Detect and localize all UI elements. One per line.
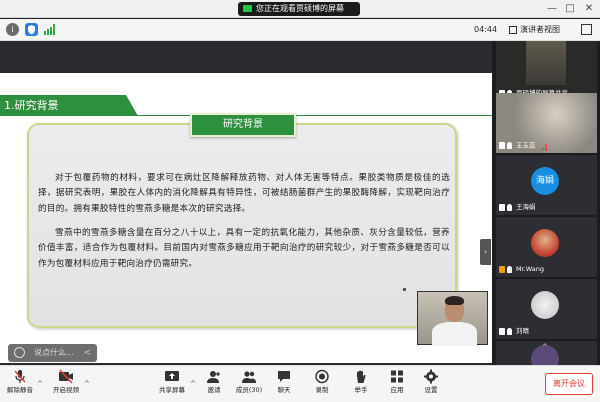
chevron-up-icon[interactable]: ^ xyxy=(190,380,196,388)
slide-paragraph-1: 对于包覆药物的材料，要求可在病灶区降解释放药物、对人体无害等特点。果胶类物质是极… xyxy=(38,173,450,214)
collapse-panel-button[interactable]: › xyxy=(480,239,491,265)
share-screen-label: 共享屏幕 xyxy=(159,386,185,394)
chevron-up-icon[interactable]: ^ xyxy=(84,380,90,388)
bottom-toolbar: 解除静音 ^ 开启视频 ^ 共享屏幕 ^ 邀请 成员(30) 聊天 录制 举手 … xyxy=(0,365,600,402)
close-button[interactable]: ✕ xyxy=(582,3,596,15)
participant-label: 刘晴 xyxy=(499,326,529,337)
unmute-label: 解除静音 xyxy=(7,386,33,394)
chat-icon xyxy=(276,369,292,384)
raise-hand-icon xyxy=(353,369,369,384)
participant-label: 王玉蕊 xyxy=(499,140,547,151)
scroll-up-icon[interactable]: ^ xyxy=(542,343,548,351)
video-off-icon xyxy=(499,204,505,211)
audio-level-icon xyxy=(540,140,548,151)
shared-screen: 1.研究背景 研究背景 对于包覆药物的材料，要求可在病灶区降解释放药物、对人体无… xyxy=(0,41,492,365)
meeting-info-bar: i 04:44 演讲者视图 xyxy=(0,19,600,41)
layout-grid-icon xyxy=(509,26,517,34)
members-button[interactable]: 成员(30) xyxy=(232,369,266,401)
members-label: 成员(30) xyxy=(235,386,263,394)
participant-tile[interactable]: ^ xyxy=(496,341,597,365)
fullscreen-icon[interactable] xyxy=(581,24,592,35)
participant-name: 刘晴 xyxy=(516,327,529,335)
shared-screen-thumbnail xyxy=(526,41,566,85)
share-screen-icon xyxy=(164,369,180,384)
add-user-icon xyxy=(206,369,222,384)
chat-input[interactable]: 说点什么... < xyxy=(8,344,97,362)
meeting-timer: 04:44 xyxy=(474,25,498,34)
screen-icon xyxy=(243,5,252,12)
self-video-hair xyxy=(445,296,464,305)
apps-button[interactable]: 应用 xyxy=(385,369,409,401)
slide-paragraph-2: 雪燕中的雪燕多糖含量在百分之八十以上，具有一定的抗氧化能力，其他杂质、灰分含量较… xyxy=(38,228,450,269)
unmute-button[interactable]: 解除静音 xyxy=(4,369,36,401)
mouse-cursor xyxy=(403,288,406,291)
chat-label: 聊天 xyxy=(277,386,291,394)
self-video-body xyxy=(432,322,477,346)
network-signal-icon[interactable] xyxy=(44,24,56,35)
microphone-icon xyxy=(507,142,512,149)
gear-icon xyxy=(423,369,439,384)
participants-panel: 贾硕博的屏幕共享 王玉蕊 海娟 王海娟 xyxy=(493,41,600,365)
raise-hand-label: 举手 xyxy=(354,386,368,394)
apps-label: 应用 xyxy=(390,386,404,394)
speaker-view-button[interactable]: 演讲者视图 xyxy=(507,22,575,38)
start-video-button[interactable]: 开启视频 xyxy=(49,369,83,401)
box-title: 研究背景 xyxy=(190,113,296,137)
chat-button[interactable]: 聊天 xyxy=(272,369,296,401)
chat-bubble-icon xyxy=(14,347,25,358)
title-bar: 您正在观看贾硕博的屏幕 — □ ✕ xyxy=(0,0,600,18)
share-screen-button[interactable]: 共享屏幕 xyxy=(155,369,189,401)
microphone-muted-icon xyxy=(12,369,28,384)
avatar: 海娟 xyxy=(531,167,559,195)
record-icon xyxy=(314,369,330,384)
video-icon xyxy=(499,142,505,149)
chat-input-placeholder: 说点什么... xyxy=(34,348,74,357)
invite-button[interactable]: 邀请 xyxy=(201,369,227,401)
raise-hand-button[interactable]: 举手 xyxy=(349,369,373,401)
video-off-icon xyxy=(58,369,74,384)
participant-tile[interactable]: 海娟 王海娟 xyxy=(496,155,597,215)
members-icon xyxy=(241,369,257,384)
avatar xyxy=(531,229,559,257)
invite-label: 邀请 xyxy=(207,386,221,394)
video-off-icon xyxy=(499,328,505,335)
section-title: 1.研究背景 xyxy=(0,95,138,116)
screen-share-notice-text: 您正在观看贾硕博的屏幕 xyxy=(256,4,344,13)
participant-label: 王海娟 xyxy=(499,202,536,213)
start-video-label: 开启视频 xyxy=(53,386,79,394)
apps-grid-icon xyxy=(389,369,405,384)
microphone-icon xyxy=(507,204,512,211)
participant-tile[interactable]: 贾硕博的屏幕共享 xyxy=(496,41,597,101)
participant-tile[interactable]: 刘晴 xyxy=(496,279,597,339)
chevron-left-icon[interactable]: < xyxy=(83,344,91,362)
speaker-view-label: 演讲者视图 xyxy=(520,25,560,34)
participant-name: 王海娟 xyxy=(516,203,536,211)
security-shield-icon[interactable] xyxy=(25,23,38,36)
record-button[interactable]: 录制 xyxy=(310,369,334,401)
record-label: 录制 xyxy=(315,386,329,394)
settings-label: 设置 xyxy=(424,386,438,394)
maximize-button[interactable]: □ xyxy=(563,3,577,15)
microphone-icon xyxy=(507,328,512,335)
leave-meeting-button[interactable]: 离开会议 xyxy=(545,373,593,395)
chevron-up-icon[interactable]: ^ xyxy=(37,380,43,388)
info-icon[interactable]: i xyxy=(6,23,19,36)
participant-tile[interactable]: Mr.Wang xyxy=(496,217,597,277)
self-video-preview[interactable] xyxy=(417,291,488,346)
avatar xyxy=(531,291,559,319)
settings-button[interactable]: 设置 xyxy=(419,369,443,401)
host-icon xyxy=(499,266,505,273)
screen-share-notice: 您正在观看贾硕博的屏幕 xyxy=(238,2,360,16)
participant-name: 王玉蕊 xyxy=(516,141,536,150)
meeting-window: 您正在观看贾硕博的屏幕 — □ ✕ i 04:44 演讲者视图 1.研究背景 研… xyxy=(0,0,600,402)
participant-tile[interactable]: 王玉蕊 xyxy=(496,93,597,153)
minimize-button[interactable]: — xyxy=(545,3,559,15)
microphone-icon xyxy=(507,266,512,273)
participant-label: Mr.Wang xyxy=(499,264,544,275)
participant-name: Mr.Wang xyxy=(516,265,544,273)
